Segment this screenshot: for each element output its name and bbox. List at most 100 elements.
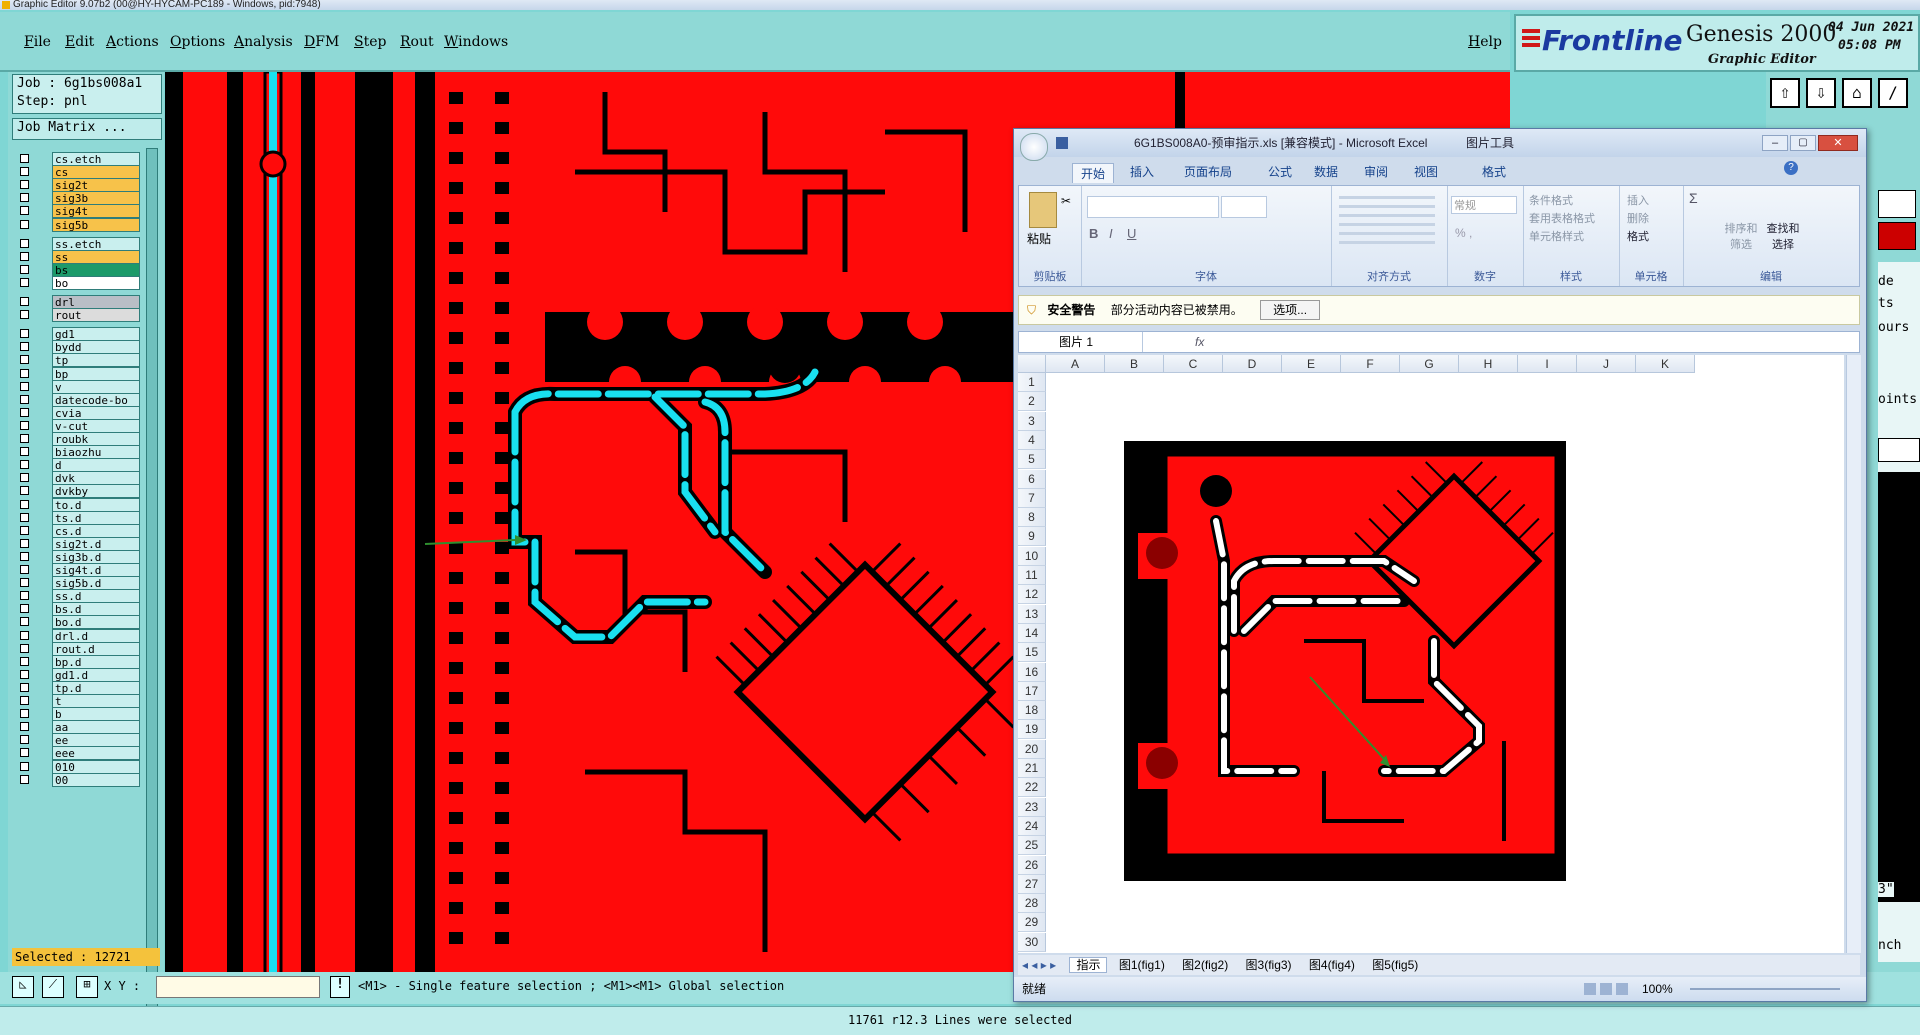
layer-name[interactable]: sig5b — [52, 217, 140, 232]
layer-name[interactable]: drl.d — [52, 628, 140, 643]
close-button[interactable]: ✕ — [1818, 135, 1858, 151]
layer-checkbox[interactable] — [20, 682, 29, 692]
format-cells-button[interactable]: 格式 — [1627, 228, 1649, 244]
layer-name[interactable]: v-cut — [52, 418, 140, 433]
menu-help[interactable]: Help — [1468, 34, 1502, 50]
layer-name[interactable]: sig5b.d — [52, 576, 140, 591]
layer-checkbox[interactable] — [20, 735, 29, 745]
column-header[interactable]: C — [1164, 355, 1223, 373]
sheet-tab[interactable]: 图1(fig1) — [1113, 958, 1171, 972]
sheet-tab[interactable]: 指示 — [1069, 957, 1108, 973]
layer-checkbox[interactable] — [20, 238, 29, 248]
menu-analysis[interactable]: Analysis — [234, 34, 293, 50]
layer-name[interactable]: sig3b.d — [52, 549, 140, 564]
layer-checkbox[interactable] — [20, 264, 29, 274]
layer-checkbox[interactable] — [20, 774, 29, 784]
cell-style-button[interactable]: 单元格样式 — [1529, 228, 1584, 244]
tab-view[interactable]: 视图 — [1414, 163, 1438, 180]
layer-checkbox[interactable] — [20, 447, 29, 457]
layer-name[interactable]: tp.d — [52, 680, 140, 695]
grid-icon[interactable]: ⊞ — [76, 976, 98, 998]
layer-name[interactable]: sig4t — [52, 204, 140, 219]
column-header[interactable]: J — [1577, 355, 1636, 373]
conditional-format-button[interactable]: 条件格式 — [1529, 192, 1573, 208]
layer-name[interactable]: to.d — [52, 497, 140, 512]
name-box[interactable]: 图片 1 — [1019, 332, 1143, 352]
layer-name[interactable]: cvia — [52, 405, 140, 420]
layer-name[interactable]: gd1 — [52, 327, 140, 342]
layer-name[interactable]: dvkby — [52, 484, 140, 499]
insert-cells-button[interactable]: 插入 — [1627, 192, 1649, 208]
layer-checkbox[interactable] — [20, 460, 29, 470]
row-header[interactable]: 24 — [1018, 816, 1046, 836]
layer-name[interactable]: bp — [52, 366, 140, 381]
sum-icon[interactable]: Σ — [1689, 190, 1698, 206]
row-header[interactable]: 18 — [1018, 701, 1046, 721]
layer-name[interactable]: drl — [52, 295, 140, 309]
alert-icon[interactable]: ! — [330, 976, 350, 998]
layer-name[interactable]: dvk — [52, 471, 140, 486]
layer-name[interactable]: rout — [52, 308, 140, 323]
layer-checkbox[interactable] — [20, 748, 29, 758]
layer-checkbox[interactable] — [20, 368, 29, 378]
tab-data[interactable]: 数据 — [1314, 163, 1338, 180]
layer-name[interactable]: bs.d — [52, 602, 140, 617]
row-header[interactable]: 11 — [1018, 566, 1046, 585]
row-header[interactable]: 20 — [1018, 739, 1046, 759]
row-header[interactable]: 30 — [1018, 932, 1046, 952]
layer-checkbox[interactable] — [20, 394, 29, 404]
tab-home[interactable]: 开始 — [1072, 163, 1115, 183]
layer-checkbox[interactable] — [20, 551, 29, 561]
layer-checkbox[interactable] — [20, 709, 29, 719]
worksheet-grid[interactable]: ABCDEFGHIJK 1 2 3 4 5 6 7 8 9 10 11 12 13 14 15 16 17 18 1… — [1018, 355, 1844, 953]
column-header[interactable]: F — [1341, 355, 1400, 373]
upload-icon[interactable]: ⇧ — [1770, 78, 1800, 108]
options-button[interactable]: 选项... — [1260, 300, 1321, 320]
layer-name[interactable]: t — [52, 694, 140, 708]
layer-name[interactable]: roubk — [52, 432, 140, 446]
maximize-button[interactable]: ▢ — [1790, 135, 1816, 151]
side-field[interactable] — [1878, 438, 1920, 462]
help-icon[interactable]: ? — [1784, 161, 1798, 175]
row-header[interactable]: 14 — [1018, 623, 1046, 643]
menu-options[interactable]: Options — [170, 34, 225, 50]
row-header[interactable]: 6 — [1018, 469, 1046, 489]
row-header[interactable]: 9 — [1018, 527, 1046, 547]
layer-name[interactable]: sig4t.d — [52, 563, 140, 577]
layer-name[interactable]: cs.etch — [52, 152, 140, 166]
layer-name[interactable]: sig2t.d — [52, 536, 140, 551]
layer-row[interactable]: sig5b — [12, 217, 140, 233]
tab-formulas[interactable]: 公式 — [1268, 163, 1292, 180]
layer-checkbox[interactable] — [20, 434, 29, 443]
home-icon[interactable]: ⌂ — [1842, 78, 1872, 108]
row-header[interactable]: 23 — [1018, 797, 1046, 817]
menu-dfm[interactable]: DFM — [304, 34, 339, 50]
layer-name[interactable]: bo — [52, 275, 140, 290]
tab-review[interactable]: 审阅 — [1364, 163, 1388, 180]
font-name-select[interactable] — [1087, 196, 1219, 218]
layer-checkbox[interactable] — [20, 167, 29, 177]
menu-edit[interactable]: Edit — [65, 34, 94, 50]
tab-format[interactable]: 格式 — [1482, 163, 1506, 180]
layer-checkbox[interactable] — [20, 251, 29, 261]
layer-checkbox[interactable] — [20, 604, 29, 614]
row-header[interactable]: 12 — [1018, 585, 1046, 605]
layer-name[interactable]: ee — [52, 733, 140, 748]
layer-checkbox[interactable] — [20, 669, 29, 679]
row-header[interactable]: 7 — [1018, 488, 1046, 508]
layer-name[interactable]: 010 — [52, 759, 140, 774]
menu-rout[interactable]: Rout — [400, 34, 434, 50]
layer-checkbox[interactable] — [20, 499, 29, 509]
layer-name[interactable]: aa — [52, 720, 140, 735]
layer-name[interactable]: ss — [52, 249, 140, 264]
row-header[interactable]: 16 — [1018, 662, 1046, 682]
layer-name[interactable]: tp — [52, 353, 140, 368]
layer-checkbox[interactable] — [20, 193, 29, 203]
layer-checkbox[interactable] — [20, 206, 29, 216]
layer-checkbox[interactable] — [20, 381, 29, 391]
bold-icon[interactable]: B — [1089, 226, 1098, 241]
column-header[interactable]: I — [1518, 355, 1577, 373]
menu-step[interactable]: Step — [354, 34, 386, 50]
menu-file[interactable]: File — [24, 34, 51, 50]
layer-row[interactable]: bo — [12, 275, 140, 291]
